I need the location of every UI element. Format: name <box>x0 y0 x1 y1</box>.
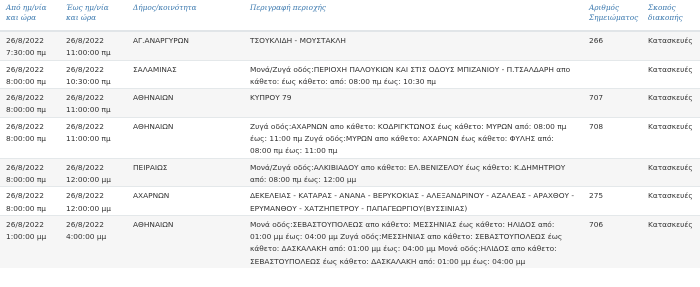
to-datetime-cell: 26/8/2022 11:00:00 πμ <box>60 88 127 118</box>
to-time: 4:00:00 μμ <box>66 232 107 242</box>
purpose-cell: Κατασκευές <box>642 157 700 187</box>
table-row: 26/8/2022 8:00:00 πμ 26/8/2022 12:00:00 μμ… <box>0 157 700 187</box>
table-row: 26/8/2022 8:00:00 πμ 26/8/2022 11:00:00 πμ… <box>0 88 700 118</box>
description-cell: Μονά/Ζυγά οδός:ΑΛΚΙΒΙΑΔΟΥ απο κάθετο: ΕΛ… <box>244 157 583 187</box>
from-datetime-cell: 26/8/2022 8:00:00 πμ <box>0 157 60 187</box>
to-date: 26/8/2022 <box>66 93 104 103</box>
from-time: 8:00:00 πμ <box>6 76 46 86</box>
from-date: 26/8/2022 <box>6 64 44 74</box>
from-date: 26/8/2022 <box>6 162 44 172</box>
purpose-cell: Κατασκευές <box>642 214 700 269</box>
to-date: 26/8/2022 <box>66 191 104 201</box>
description-cell: ΔΕΚΕΛΕΙΑΣ - ΚΑΤΑΡΑΣ - ΑΝΑΝΑ - ΒΕΡΥΚΟΚΙΑΣ… <box>244 186 583 216</box>
purpose-cell: Κατασκευές <box>642 30 700 61</box>
note-number-cell: 706 <box>583 214 642 269</box>
from-date: 26/8/2022 <box>6 219 44 229</box>
to-time: 12:00:00 μμ <box>66 174 111 184</box>
from-date: 26/8/2022 <box>6 36 44 45</box>
note-number-cell: 708 <box>583 116 642 159</box>
to-datetime-cell: 26/8/2022 11:00:00 πμ <box>60 30 127 61</box>
note-number-cell: 266 <box>583 30 642 61</box>
from-datetime-cell: 26/8/2022 7:30:00 πμ <box>0 30 60 61</box>
to-datetime-cell: 26/8/2022 12:00:00 μμ <box>60 157 127 187</box>
to-time: 12:00:00 μμ <box>66 203 111 213</box>
column-header-from[interactable]: Από ημ/νία και ώρα <box>0 0 60 32</box>
to-time: 10:30:00 πμ <box>66 76 111 86</box>
to-date: 26/8/2022 <box>66 36 104 45</box>
from-datetime-cell: 26/8/2022 1:00:00 μμ <box>0 214 60 269</box>
description-cell: ΤΣΟΥΚΛΙΔΗ - ΜΟΥΣΤΑΚΛΗ <box>244 30 583 61</box>
table-header-row: Από ημ/νία και ώρα Έως ημ/νία και ώρα Δή… <box>0 0 700 32</box>
from-datetime-cell: 26/8/2022 8:00:00 πμ <box>0 116 60 159</box>
municipality-cell: ΑΘΗΝΑΙΩΝ <box>127 116 244 159</box>
column-header-description[interactable]: Περιγραφή περιοχής <box>244 0 583 32</box>
table-row: 26/8/2022 8:00:00 πμ 26/8/2022 11:00:00 πμ… <box>0 116 700 159</box>
to-date: 26/8/2022 <box>66 219 104 229</box>
purpose-cell: Κατασκευές <box>642 186 700 216</box>
from-time: 8:00:00 πμ <box>6 203 46 213</box>
purpose-cell: Κατασκευές <box>642 88 700 118</box>
to-datetime-cell: 26/8/2022 12:00:00 μμ <box>60 186 127 216</box>
to-date: 26/8/2022 <box>66 64 104 74</box>
description-cell: Ζυγά οδός:ΑΧΑΡΝΩΝ απο κάθετο: ΚΟΔΡΙΓΚΤΩΝ… <box>244 116 583 159</box>
to-datetime-cell: 26/8/2022 11:00:00 πμ <box>60 116 127 159</box>
to-time: 11:00:00 πμ <box>66 134 111 144</box>
to-time: 11:00:00 πμ <box>66 48 111 58</box>
from-time: 8:00:00 πμ <box>6 174 46 184</box>
from-date: 26/8/2022 <box>6 121 44 131</box>
from-time: 8:00:00 πμ <box>6 134 46 144</box>
from-date: 26/8/2022 <box>6 191 44 201</box>
municipality-cell: ΑΘΗΝΑΙΩΝ <box>127 214 244 269</box>
note-number-cell <box>583 157 642 187</box>
purpose-cell: Κατασκευές <box>642 116 700 159</box>
description-cell: ΚΥΠΡΟΥ 79 <box>244 88 583 118</box>
note-number-cell <box>583 59 642 89</box>
municipality-cell: ΑΘΗΝΑΙΩΝ <box>127 88 244 118</box>
municipality-cell: ΠΕΙΡΑΙΩΣ <box>127 157 244 187</box>
to-datetime-cell: 26/8/2022 4:00:00 μμ <box>60 214 127 269</box>
note-number-cell: 275 <box>583 186 642 216</box>
from-time: 7:30:00 πμ <box>6 48 46 58</box>
from-datetime-cell: 26/8/2022 8:00:00 πμ <box>0 186 60 216</box>
note-number-cell: 707 <box>583 88 642 118</box>
table-row: 26/8/2022 8:00:00 πμ 26/8/2022 10:30:00 πμ… <box>0 59 700 89</box>
description-cell: Μονά οδός:ΣΕΒΑΣΤΟΥΠΟΛΕΩΣ απο κάθετο: ΜΕΣ… <box>244 214 583 269</box>
column-header-to[interactable]: Έως ημ/νία και ώρα <box>60 0 127 32</box>
from-datetime-cell: 26/8/2022 8:00:00 πμ <box>0 59 60 89</box>
from-time: 1:00:00 μμ <box>6 232 47 242</box>
table-row: 26/8/2022 1:00:00 μμ 26/8/2022 4:00:00 μμ … <box>0 214 700 269</box>
column-header-purpose[interactable]: Σκοπός διακοπής <box>642 0 700 32</box>
table-row: 26/8/2022 7:30:00 πμ 26/8/2022 11:00:00 πμ… <box>0 30 700 61</box>
to-datetime-cell: 26/8/2022 10:30:00 πμ <box>60 59 127 89</box>
column-header-note-number[interactable]: Αριθμός Σημειώματος <box>583 0 642 32</box>
from-datetime-cell: 26/8/2022 8:00:00 πμ <box>0 88 60 118</box>
municipality-cell: ΣΑΛΑΜΙΝΑΣ <box>127 59 244 89</box>
from-date: 26/8/2022 <box>6 93 44 103</box>
description-cell: Μονά/Ζυγά οδός:ΠΕΡΙΟΧΗ ΠΑΛΟΥΚΙΩΝ ΚΑΙ ΣΤΙ… <box>244 59 583 89</box>
from-time: 8:00:00 πμ <box>6 105 46 115</box>
power-outage-table: Από ημ/νία και ώρα Έως ημ/νία και ώρα Δή… <box>0 0 700 269</box>
to-time: 11:00:00 πμ <box>66 105 111 115</box>
municipality-cell: ΑΧΑΡΝΩΝ <box>127 186 244 216</box>
municipality-cell: ΑΓ.ΑΝΑΡΓΥΡΩΝ <box>127 30 244 61</box>
to-date: 26/8/2022 <box>66 162 104 172</box>
column-header-municipality[interactable]: Δήμος/κοινότητα <box>127 0 244 32</box>
to-date: 26/8/2022 <box>66 121 104 131</box>
purpose-cell: Κατασκευές <box>642 59 700 89</box>
table-row: 26/8/2022 8:00:00 πμ 26/8/2022 12:00:00 μμ… <box>0 186 700 216</box>
